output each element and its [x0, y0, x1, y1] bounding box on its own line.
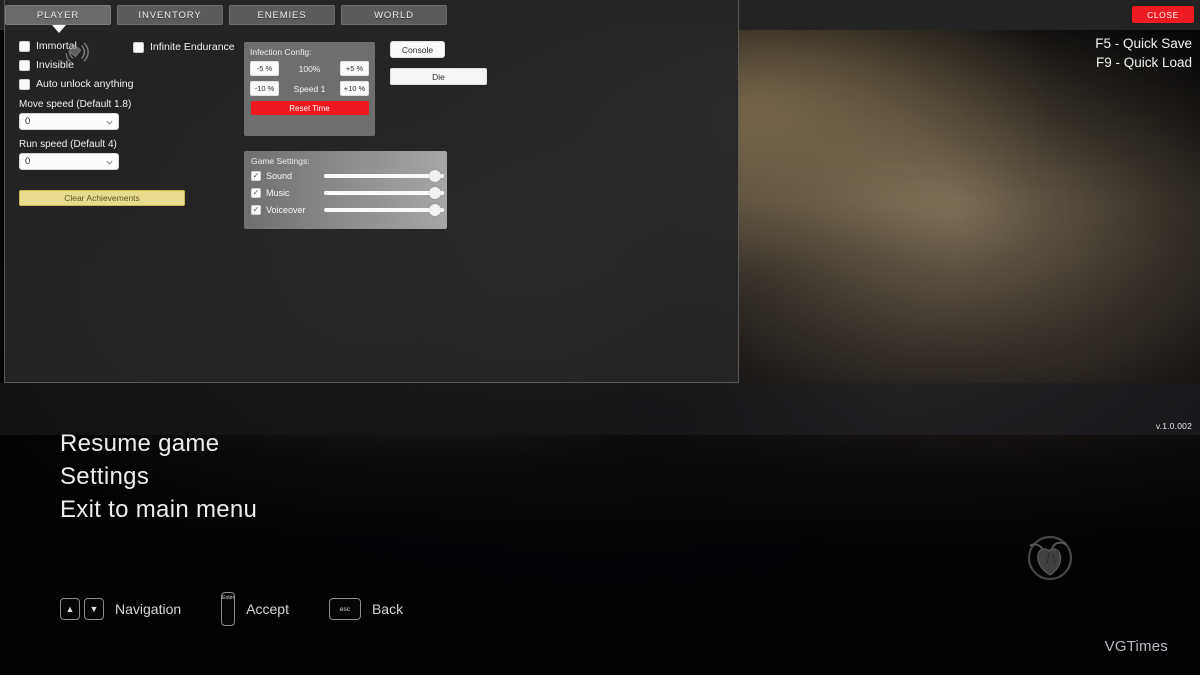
slider-music-track — [324, 191, 444, 195]
trainer-tab-bar: PLAYER INVENTORY ENEMIES WORLD — [0, 0, 1200, 30]
checkbox-auto-unlock[interactable] — [19, 78, 30, 90]
select-run-speed[interactable]: 0 — [19, 153, 119, 170]
tab-player[interactable]: PLAYER — [5, 5, 111, 25]
menu-item-resume-game[interactable]: Resume game — [60, 430, 257, 458]
infection-config-panel: Infection Config: -5 % 100% +5 % -10 % S… — [244, 42, 375, 136]
game-screen: Immortal Invisible Auto unlock anything … — [0, 0, 1200, 675]
menu-item-exit-to-main-menu[interactable]: Exit to main menu — [60, 496, 257, 524]
hint-label-back: Back — [371, 601, 404, 617]
key-arrow-down-icon[interactable]: ▼ — [84, 598, 104, 620]
infection-percent-row: -5 % 100% +5 % — [250, 61, 369, 76]
background-lower-band — [0, 383, 1200, 435]
checkbox-invisible[interactable] — [19, 59, 30, 71]
active-tab-caret-icon — [52, 25, 66, 33]
infection-speed-value: Speed 1 — [293, 83, 326, 94]
infection-plus-10-button[interactable]: +10 % — [339, 81, 369, 96]
infection-minus-10-button[interactable]: -10 % — [250, 81, 279, 96]
hint-accept: Enter Accept — [221, 592, 329, 626]
slider-voiceover-track — [324, 208, 444, 212]
hint-label-navigation: Navigation — [115, 601, 182, 617]
chevron-down-icon — [106, 120, 113, 125]
game-version-label: v.1.0.002 — [1155, 421, 1192, 431]
heart-logo-icon — [1027, 535, 1073, 581]
infection-speed-row: -10 % Speed 1 +10 % — [250, 81, 369, 96]
checkbox-infinite-endurance[interactable] — [133, 41, 144, 53]
checkbox-immortal[interactable] — [19, 40, 30, 52]
label-invisible: Invisible — [36, 59, 74, 71]
slider-voiceover[interactable] — [324, 204, 444, 216]
label-infinite-endurance: Infinite Endurance — [150, 41, 235, 53]
clear-achievements-button[interactable]: Clear Achievements — [19, 190, 185, 206]
player-options-column: Immortal Invisible Auto unlock anything … — [19, 40, 234, 206]
slider-sound[interactable] — [324, 170, 444, 182]
label-voiceover: Voiceover — [266, 205, 306, 215]
label-music: Music — [266, 188, 290, 198]
hint-navigation: ▲ ▼ Navigation — [60, 598, 221, 620]
slider-music-knob[interactable] — [429, 187, 441, 199]
key-arrow-up-icon[interactable]: ▲ — [60, 598, 80, 620]
label-move-speed: Move speed (Default 1.8) — [19, 99, 132, 110]
game-settings-row-music: Music — [251, 187, 444, 199]
checkbox-sound[interactable] — [251, 171, 261, 181]
slider-voiceover-knob[interactable] — [429, 204, 441, 216]
select-run-speed-value: 0 — [25, 156, 31, 167]
label-sound: Sound — [266, 171, 293, 181]
chevron-down-icon — [106, 160, 113, 165]
hotkey-hints: F5 - Quick Save F9 - Quick Load — [1095, 34, 1192, 72]
select-move-speed[interactable]: 0 — [19, 113, 119, 130]
select-move-speed-value: 0 — [25, 116, 31, 127]
checkbox-voiceover[interactable] — [251, 205, 261, 215]
infection-percent-value: 100% — [298, 63, 321, 74]
option-row-invisible[interactable]: Invisible — [19, 59, 234, 71]
key-hints-bar: ▲ ▼ Navigation Enter Accept esc Back — [60, 592, 443, 626]
slider-sound-knob[interactable] — [429, 170, 441, 182]
die-button[interactable]: Die — [390, 68, 487, 85]
key-enter-icon[interactable]: Enter — [221, 592, 236, 626]
console-button[interactable]: Console — [390, 41, 445, 58]
hotkey-quick-save: F5 - Quick Save — [1095, 36, 1192, 51]
game-settings-title: Game Settings: — [251, 156, 310, 166]
label-immortal: Immortal — [36, 40, 77, 52]
hint-label-accept: Accept — [246, 601, 289, 617]
hint-back: esc Back — [328, 598, 443, 620]
hotkey-quick-load: F9 - Quick Load — [1095, 55, 1192, 70]
reset-time-button[interactable]: Reset Time — [250, 101, 369, 115]
label-run-speed: Run speed (Default 4) — [19, 139, 117, 150]
slider-sound-track — [324, 174, 444, 178]
checkbox-music[interactable] — [251, 188, 261, 198]
tab-enemies[interactable]: ENEMIES — [229, 5, 335, 25]
label-auto-unlock: Auto unlock anything — [36, 78, 134, 90]
close-button[interactable]: CLOSE — [1132, 6, 1194, 23]
menu-item-settings[interactable]: Settings — [60, 463, 257, 491]
slider-music[interactable] — [324, 187, 444, 199]
vgtimes-watermark: VGTimes — [1104, 638, 1168, 655]
trainer-panel: Immortal Invisible Auto unlock anything … — [4, 0, 739, 383]
pause-menu: Resume game Settings Exit to main menu — [60, 430, 257, 529]
infection-config-title: Infection Config: — [250, 47, 312, 57]
game-settings-row-sound: Sound — [251, 170, 444, 182]
option-row-infinite-endurance[interactable]: Infinite Endurance — [133, 41, 235, 53]
key-escape-icon[interactable]: esc — [328, 598, 361, 620]
infection-plus-5-button[interactable]: +5 % — [340, 61, 369, 76]
game-settings-row-voiceover: Voiceover — [251, 204, 444, 216]
infection-minus-5-button[interactable]: -5 % — [250, 61, 279, 76]
game-settings-panel: Game Settings: Sound Music Voic — [244, 151, 447, 229]
option-row-auto-unlock[interactable]: Auto unlock anything — [19, 78, 234, 90]
tab-world[interactable]: WORLD — [341, 5, 447, 25]
tab-inventory[interactable]: INVENTORY — [117, 5, 223, 25]
